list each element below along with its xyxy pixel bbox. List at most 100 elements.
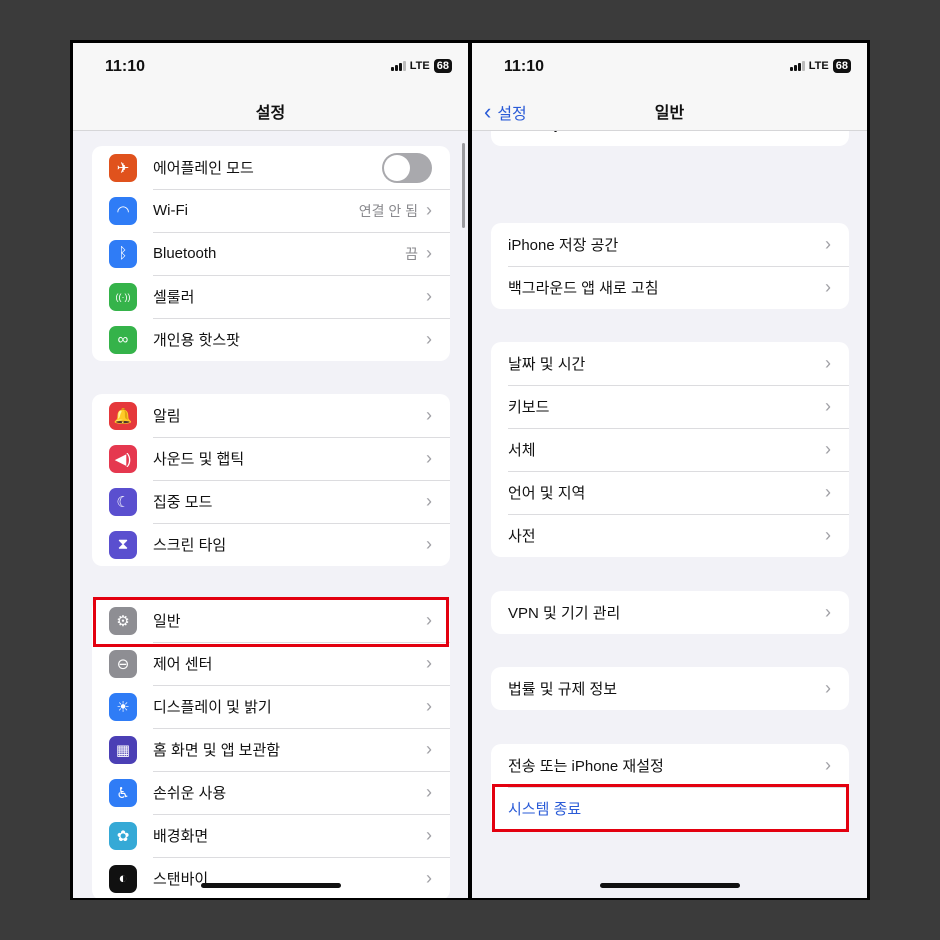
item-label: 사운드 및 햅틱 (153, 451, 245, 468)
status-time: 11:10 (504, 58, 545, 75)
scrollbar[interactable] (462, 143, 465, 228)
list-item[interactable]: ☾ 집중 모드 › (92, 480, 450, 523)
list-item[interactable]: ∞ 개인용 핫스팟 › (92, 318, 450, 361)
chevron-right-icon: › (426, 868, 432, 888)
settings-group: 🔔 알림 › ◀) 사운드 및 햅틱 › ☾ 집중 모드 › ⧗ 스크린 타임 › (92, 394, 450, 566)
list-item[interactable]: ◠ Wi-Fi 연결 안 됨 › (92, 189, 450, 232)
list-item[interactable]: ᛒ Bluetooth 끔 › (92, 232, 450, 275)
list-item[interactable]: ✿ 배경화면 › (92, 814, 450, 857)
list-item[interactable]: 키보드 › (491, 385, 849, 428)
list-item[interactable]: 전송 또는 iPhone 재설정 › (491, 744, 849, 787)
list-item[interactable]: 날짜 및 시간 › (491, 342, 849, 385)
item-label: 서체 (508, 442, 536, 459)
general-screen: 11:10 LTE68 ‹설정 일반 CarPlay›iPhone 저장 공간›… (472, 43, 867, 898)
settings-group: 법률 및 규제 정보 › (491, 667, 849, 710)
item-label: 개인용 핫스팟 (153, 332, 240, 349)
item-label: 사전 (508, 528, 536, 545)
chevron-right-icon: › (825, 602, 831, 622)
list-item[interactable]: ♿ 손쉬운 사용 › (92, 771, 450, 814)
home-indicator (200, 883, 341, 888)
list-item[interactable]: 백그라운드 앱 새로 고침 › (491, 266, 849, 309)
moon-icon: ☾ (109, 487, 137, 516)
chevron-right-icon: › (825, 277, 831, 297)
item-value: 끔 (405, 245, 418, 262)
item-label: VPN 및 기기 관리 (508, 605, 621, 622)
hourglass-icon: ⧗ (109, 530, 137, 559)
battery-icon: 68 (832, 59, 851, 73)
chevron-right-icon: › (426, 825, 432, 845)
list-item[interactable]: 서체 › (491, 428, 849, 471)
chevron-right-icon: › (426, 243, 432, 263)
item-label: 전송 또는 iPhone 재설정 (508, 758, 664, 775)
page-title: 설정 (255, 105, 286, 122)
item-label: 디스플레이 및 밝기 (153, 699, 272, 716)
nav-header: 11:10 LTE 68 ‹ 설정 일반 (472, 43, 867, 131)
network-label: LTE (808, 60, 829, 72)
battery-icon: 68 (433, 59, 452, 73)
status-time: 11:10 (105, 58, 146, 75)
wifi-icon: ◠ (109, 196, 137, 225)
chevron-right-icon: › (825, 234, 831, 254)
list-item[interactable]: 법률 및 규제 정보 › (491, 667, 849, 710)
chevron-right-icon: › (426, 329, 432, 349)
settings-group: iPhone 저장 공간 › 백그라운드 앱 새로 고침 › (491, 223, 849, 309)
chevron-right-icon: › (426, 534, 432, 554)
hotspot-icon: ∞ (109, 325, 137, 354)
chevron-right-icon: › (426, 448, 432, 468)
airplane-toggle[interactable] (382, 152, 432, 183)
list-item[interactable]: 사전 › (491, 514, 849, 557)
list-item[interactable]: VPN 및 기기 관리 › (491, 591, 849, 634)
list-item[interactable]: 언어 및 지역 › (491, 471, 849, 514)
list-item[interactable]: ✈ 에어플레인 모드 (92, 146, 450, 189)
item-label: 스크린 타임 (153, 537, 227, 554)
chevron-right-icon: › (426, 491, 432, 511)
chevron-right-icon: › (825, 525, 831, 545)
list-item[interactable]: ▦ 홈 화면 및 앱 보관함 › (92, 728, 450, 771)
list-item[interactable]: ☀ 디스플레이 및 밝기 › (92, 685, 450, 728)
chevron-right-icon: › (426, 782, 432, 802)
list-item[interactable]: ⧗ 스크린 타임 › (92, 523, 450, 566)
list-item[interactable]: ((·)) 셀룰러 › (92, 275, 450, 318)
chevron-right-icon: › (426, 200, 432, 220)
item-label: 백그라운드 앱 새로 고침 (508, 280, 659, 297)
highlight-box (93, 597, 449, 647)
item-label: 배경화면 (153, 828, 209, 845)
item-label: 키보드 (508, 399, 550, 416)
chevron-right-icon: › (426, 739, 432, 759)
speaker-icon: ◀) (109, 444, 137, 473)
list-item[interactable]: 🔔 알림 › (92, 394, 450, 437)
nav-header: 11:10 LTE 68 설정 (73, 43, 468, 131)
chevron-right-icon: › (825, 353, 831, 373)
list-item[interactable]: ◀) 사운드 및 햅틱 › (92, 437, 450, 480)
list-item[interactable]: ◐ 스탠바이 › (92, 857, 450, 898)
item-label: iPhone 저장 공간 (508, 237, 619, 254)
signal-icon (390, 61, 406, 71)
chevron-right-icon: › (825, 439, 831, 459)
list-item[interactable]: ⊖ 제어 센터 › (92, 642, 450, 685)
highlight-box (492, 784, 849, 832)
item-label: 에어플레인 모드 (153, 160, 254, 177)
chevron-right-icon: › (825, 396, 831, 416)
home-indicator (599, 883, 740, 888)
chevron-right-icon: › (426, 653, 432, 673)
item-label: 제어 센터 (153, 656, 213, 673)
chevron-right-icon: › (825, 482, 831, 502)
chevron-right-icon: › (825, 755, 831, 775)
item-label: 알림 (153, 408, 181, 425)
settings-group: VPN 및 기기 관리 › (491, 591, 849, 634)
list-item[interactable]: iPhone 저장 공간 › (491, 223, 849, 266)
chevron-right-icon: › (426, 286, 432, 306)
status-bar: LTE 68 (390, 59, 452, 73)
bell-icon: 🔔 (109, 401, 137, 430)
accessibility-icon: ♿ (109, 778, 137, 807)
bluetooth-icon: ᛒ (109, 239, 137, 268)
chevron-right-icon: › (426, 405, 432, 425)
grid-icon: ▦ (109, 735, 137, 764)
settings-group: ✈ 에어플레인 모드 ◠ Wi-Fi 연결 안 됨 › ᛒ Bluetooth 끔 › ((·)) 셀… (92, 146, 450, 361)
standby-icon: ◐ (109, 864, 137, 893)
sun-icon: ☀ (109, 692, 137, 721)
item-label: Wi-Fi (153, 202, 188, 219)
item-label: 셀룰러 (153, 289, 195, 306)
network-label: LTE (409, 60, 430, 72)
item-label: Bluetooth (153, 245, 217, 262)
